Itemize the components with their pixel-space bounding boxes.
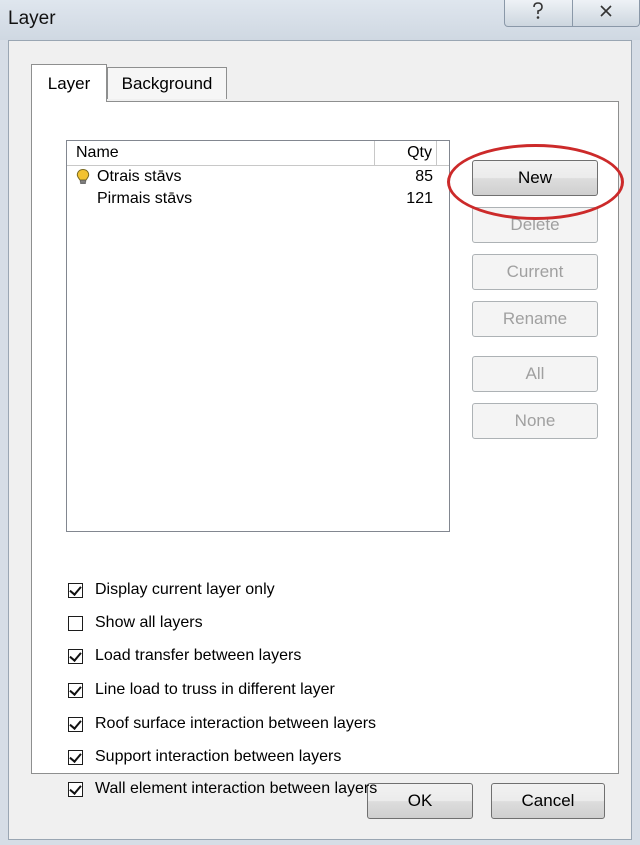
column-qty-label: Qty [407, 144, 432, 161]
tab-layer-label: Layer [47, 73, 91, 93]
tab-layer[interactable]: Layer [31, 64, 107, 102]
option-label: Display current layer only [95, 581, 275, 598]
list-header: Name Qty [67, 141, 449, 166]
select-all-button[interactable]: All [472, 356, 598, 392]
option-wall-element-interaction[interactable]: Wall element interaction between layers [68, 778, 377, 800]
new-layer-button[interactable]: New [472, 160, 598, 196]
checkbox[interactable] [68, 781, 83, 797]
dialog-client: Layer Background Name Qty Otrais stāvs 8… [8, 40, 632, 840]
option-display-current-layer-only[interactable]: Display current layer only [68, 579, 275, 601]
tab-background[interactable]: Background [107, 67, 227, 99]
layer-tab-panel: Name Qty Otrais stāvs 85 Pirmais stāvs 1… [31, 101, 624, 797]
checkbox[interactable] [68, 749, 83, 765]
option-label: Wall element interaction between layers [95, 780, 378, 797]
close-button[interactable] [572, 0, 640, 27]
option-label: Load transfer between layers [95, 647, 302, 664]
layer-name: Pirmais stāvs [97, 190, 193, 207]
delete-layer-button[interactable]: Delete [472, 207, 598, 243]
cancel-button[interactable]: Cancel [491, 783, 605, 819]
rename-layer-button[interactable]: Rename [472, 301, 598, 337]
layer-qty: 85 [415, 168, 433, 185]
title-bar: Layer [0, 0, 640, 40]
help-button[interactable] [504, 0, 573, 27]
checkbox[interactable] [68, 582, 83, 598]
layer-dialog: Layer Layer Background Name Qty Otrais s… [0, 0, 640, 845]
select-none-button[interactable]: None [472, 403, 598, 439]
column-name-label: Name [76, 144, 119, 161]
checkbox[interactable] [68, 682, 83, 698]
option-label: Show all layers [95, 614, 203, 631]
option-load-transfer[interactable]: Load transfer between layers [68, 645, 301, 667]
column-header-name[interactable]: Name [67, 141, 375, 165]
checkbox[interactable] [68, 716, 83, 732]
option-label: Roof surface interaction between layers [95, 715, 377, 732]
window-title: Layer [8, 8, 56, 29]
option-support-interaction[interactable]: Support interaction between layers [68, 746, 341, 768]
set-current-layer-button[interactable]: Current [472, 254, 598, 290]
option-line-load-to-truss[interactable]: Line load to truss in different layer [68, 679, 335, 701]
option-roof-surface-interaction[interactable]: Roof surface interaction between layers [68, 713, 376, 735]
title-buttons [504, 0, 640, 30]
list-item[interactable]: Otrais stāvs 85 [67, 166, 447, 188]
close-icon [599, 4, 613, 23]
option-label: Line load to truss in different layer [95, 681, 335, 698]
layer-list[interactable]: Name Qty Otrais stāvs 85 Pirmais stāvs 1… [66, 140, 450, 532]
help-icon [531, 1, 545, 25]
checkbox[interactable] [68, 648, 83, 664]
checkbox[interactable] [68, 615, 83, 631]
tab-background-label: Background [121, 73, 213, 93]
layer-qty: 121 [406, 190, 433, 207]
list-item[interactable]: Pirmais stāvs 121 [67, 188, 447, 210]
lightbulb-icon [74, 168, 92, 186]
option-label: Support interaction between layers [95, 748, 342, 765]
column-header-qty[interactable]: Qty [375, 141, 437, 165]
layer-name: Otrais stāvs [97, 168, 182, 185]
ok-button[interactable]: OK [367, 783, 473, 819]
option-show-all-layers[interactable]: Show all layers [68, 612, 203, 634]
